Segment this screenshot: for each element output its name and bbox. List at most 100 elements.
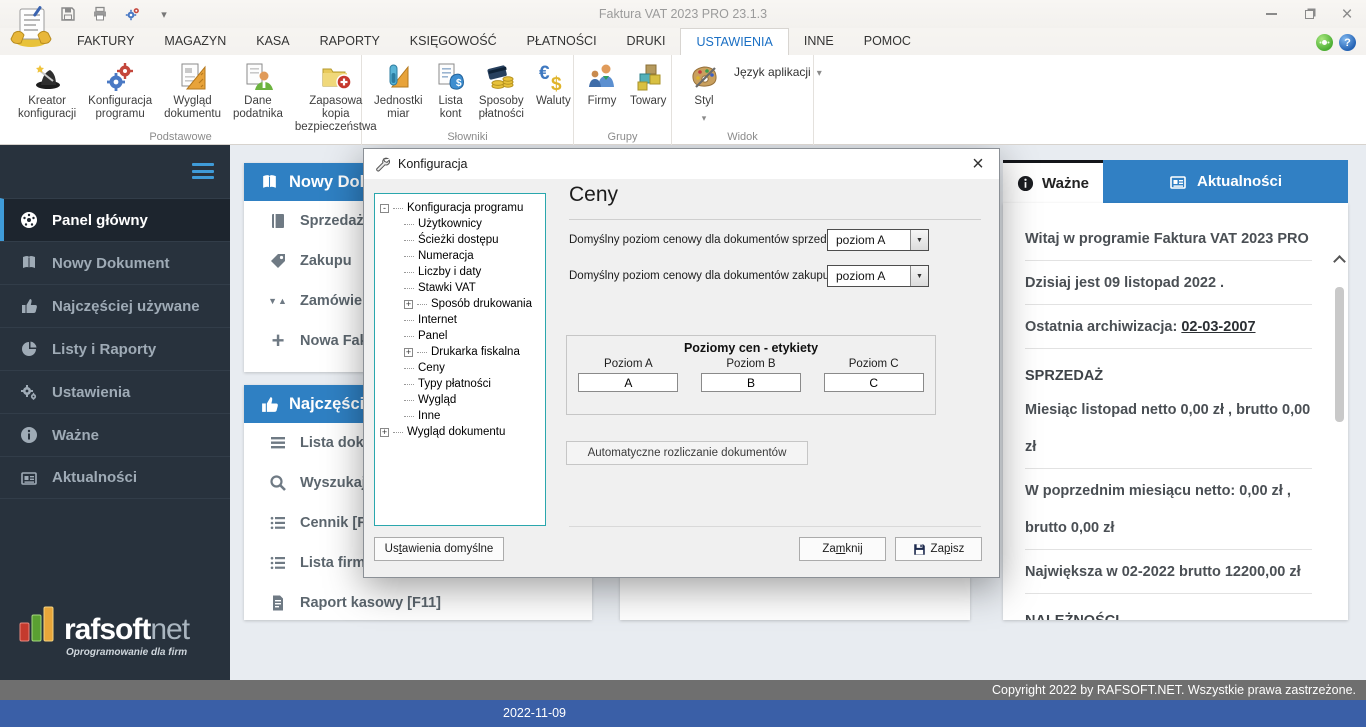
tree-item-sposob-drukowania[interactable]: +Sposób drukowania <box>377 296 543 312</box>
close-button[interactable] <box>1338 5 1356 23</box>
default-settings-button[interactable]: Ustawienia domyślne <box>374 537 504 561</box>
sales-max-text: Największa w 02-2022 brutto 12200,00 zł <box>1025 550 1312 594</box>
dashboard-icon <box>20 211 38 229</box>
sidebar-item-nowy-dokument[interactable]: Nowy Dokument <box>0 241 230 284</box>
status-bar: 2022-11-09 <box>0 700 1366 727</box>
ribbon-firmy[interactable]: Firmy <box>580 59 624 110</box>
list-icon <box>269 554 287 572</box>
dialog-close-icon[interactable] <box>967 153 989 175</box>
close-dialog-button[interactable]: Zamknij <box>799 537 886 561</box>
right-panel: Ważne Aktualności Witaj w programie Fakt… <box>1003 160 1348 620</box>
help-icon[interactable]: ? <box>1339 34 1356 51</box>
application-window: Faktura VAT 2023 PRO 23.1.3 FAKTURY MAG <box>0 0 1366 727</box>
thumbs-up-icon <box>260 395 279 414</box>
tab-faktury[interactable]: FAKTURY <box>62 28 149 55</box>
gears-icon <box>20 383 38 401</box>
tab-magazyn[interactable]: MAGAZYN <box>149 28 241 55</box>
menu-tab-bar: FAKTURY MAGAZYN KASA RAPORTY KSIĘGOWOŚĆ … <box>0 28 1366 55</box>
toolbar-options-icon[interactable] <box>154 4 174 24</box>
print-icon[interactable] <box>90 4 110 24</box>
ribbon-lista-kont[interactable]: $ Lista kont <box>429 59 473 123</box>
tab-kasa[interactable]: KASA <box>241 28 304 55</box>
tree-item-panel[interactable]: Panel <box>377 328 543 344</box>
tree-item-uzytkownicy[interactable]: Użytkownicy <box>377 216 543 232</box>
ribbon-waluty[interactable]: €$ Waluty <box>530 59 577 110</box>
language-dropdown[interactable]: Język aplikacji <box>734 65 822 79</box>
settings-icon[interactable] <box>122 4 142 24</box>
search-icon <box>269 474 287 492</box>
hamburger-menu-icon[interactable] <box>192 163 214 183</box>
ribbon-jednostki-miar[interactable]: Jednostki miar <box>368 59 429 123</box>
tab-aktualnosci[interactable]: Aktualności <box>1103 160 1348 203</box>
tab-wazne[interactable]: Ważne <box>1003 160 1103 203</box>
card-item-raport-kasowy[interactable]: Raport kasowy [F11] <box>244 583 592 623</box>
save-icon <box>913 543 926 556</box>
palette-icon <box>688 61 720 93</box>
tab-pomoc[interactable]: POMOC <box>849 28 926 55</box>
purchase-price-level-label: Domyślny poziom cenowy dla dokumentów za… <box>569 270 832 282</box>
tree-item-wyglad-dokumentu[interactable]: +Wygląd dokumentu <box>377 424 543 440</box>
tab-platnosci[interactable]: PŁATNOŚCI <box>512 28 612 55</box>
gears-icon <box>104 61 136 93</box>
ribbon-konfiguracja-programu[interactable]: Konfiguracja programu <box>82 59 158 123</box>
sidebar-item-listy-i-raporty[interactable]: Listy i Raporty <box>0 327 230 370</box>
ribbon-dane-podatnika[interactable]: Dane podatnika <box>227 59 289 123</box>
window-title: Faktura VAT 2023 PRO 23.1.3 <box>0 0 1366 28</box>
quick-access-toolbar <box>58 4 174 24</box>
sidebar-item-najczesciej-uzywane[interactable]: Najczęściej używane <box>0 284 230 327</box>
sidebar-item-panel-glowny[interactable]: Panel główny <box>0 198 230 241</box>
tree-item-konfiguracja-programu[interactable]: -Konfiguracja programu <box>377 200 543 216</box>
tab-ustawienia[interactable]: USTAWIENIA <box>680 28 788 55</box>
ribbon-wyglad-dokumentu[interactable]: Wygląd dokumentu <box>158 59 227 123</box>
restore-button[interactable] <box>1300 5 1318 23</box>
tree-item-ceny[interactable]: Ceny <box>377 360 543 376</box>
chevron-down-icon[interactable] <box>910 230 928 250</box>
accounts-list-icon: $ <box>435 61 467 93</box>
tab-inne[interactable]: INNE <box>789 28 849 55</box>
ribbon-kreator-konfiguracji[interactable]: Kreator konfiguracji <box>12 59 82 123</box>
styl-dropdown-icon[interactable] <box>702 108 707 126</box>
tab-druki[interactable]: DRUKI <box>612 28 681 55</box>
tree-item-sciezki-dostepu[interactable]: Ścieżki dostępu <box>377 232 543 248</box>
ribbon-group-label: Grupy <box>574 131 671 143</box>
save-icon[interactable] <box>58 4 78 24</box>
tree-item-drukarka-fiskalna[interactable]: +Drukarka fiskalna <box>377 344 543 360</box>
receivables-heading: NALEŻNOŚCI <box>1025 594 1312 620</box>
list-icon <box>269 514 287 532</box>
tree-item-inne[interactable]: Inne <box>377 408 543 424</box>
sales-price-level-select[interactable]: poziom A <box>827 229 929 251</box>
poziom-c-input[interactable] <box>824 373 924 392</box>
tree-item-numeracja[interactable]: Numeracja <box>377 248 543 264</box>
scrollbar[interactable] <box>1333 249 1346 617</box>
tree-item-typy-platnosci[interactable]: Typy płatności <box>377 376 543 392</box>
ribbon-towary[interactable]: Towary <box>624 59 672 110</box>
poziom-b-input[interactable] <box>701 373 801 392</box>
chevron-down-icon[interactable] <box>910 266 928 286</box>
tab-ksiegowosc[interactable]: KSIĘGOWOŚĆ <box>395 28 512 55</box>
ribbon-sposoby-platnosci[interactable]: Sposoby płatności <box>473 59 530 123</box>
hidden-card-fragment <box>620 575 970 620</box>
tab-raporty[interactable]: RAPORTY <box>305 28 395 55</box>
backup-folder-icon <box>320 61 352 93</box>
save-button[interactable]: Zapisz <box>895 537 982 561</box>
title-bar: Faktura VAT 2023 PRO 23.1.3 <box>0 0 1366 28</box>
archive-date-link[interactable]: 02-03-2007 <box>1181 319 1255 335</box>
svg-text:$: $ <box>551 74 562 93</box>
poziom-a-input[interactable] <box>578 373 678 392</box>
scrollbar-thumb[interactable] <box>1335 287 1344 422</box>
minimize-button[interactable] <box>1262 5 1280 23</box>
sidebar-item-aktualnosci[interactable]: Aktualności <box>0 456 230 499</box>
tree-item-wyglad[interactable]: Wygląd <box>377 392 543 408</box>
auto-settlement-button[interactable]: Automatyczne rozliczanie dokumentów <box>566 441 808 465</box>
scroll-up-icon[interactable] <box>1333 255 1346 268</box>
tree-item-internet[interactable]: Internet <box>377 312 543 328</box>
sidebar-item-wazne[interactable]: Ważne <box>0 413 230 456</box>
tree-item-liczby-i-daty[interactable]: Liczby i daty <box>377 264 543 280</box>
ribbon-styl[interactable]: Styl <box>682 59 726 128</box>
purchase-price-level-select[interactable]: poziom A <box>827 265 929 287</box>
book-icon <box>269 212 287 230</box>
sidebar-item-ustawienia[interactable]: Ustawienia <box>0 370 230 413</box>
sales-price-level-label: Domyślny poziom cenowy dla dokumentów sp… <box>569 234 848 246</box>
tree-item-stawki-vat[interactable]: Stawki VAT <box>377 280 543 296</box>
online-status-icon[interactable] <box>1316 34 1333 51</box>
